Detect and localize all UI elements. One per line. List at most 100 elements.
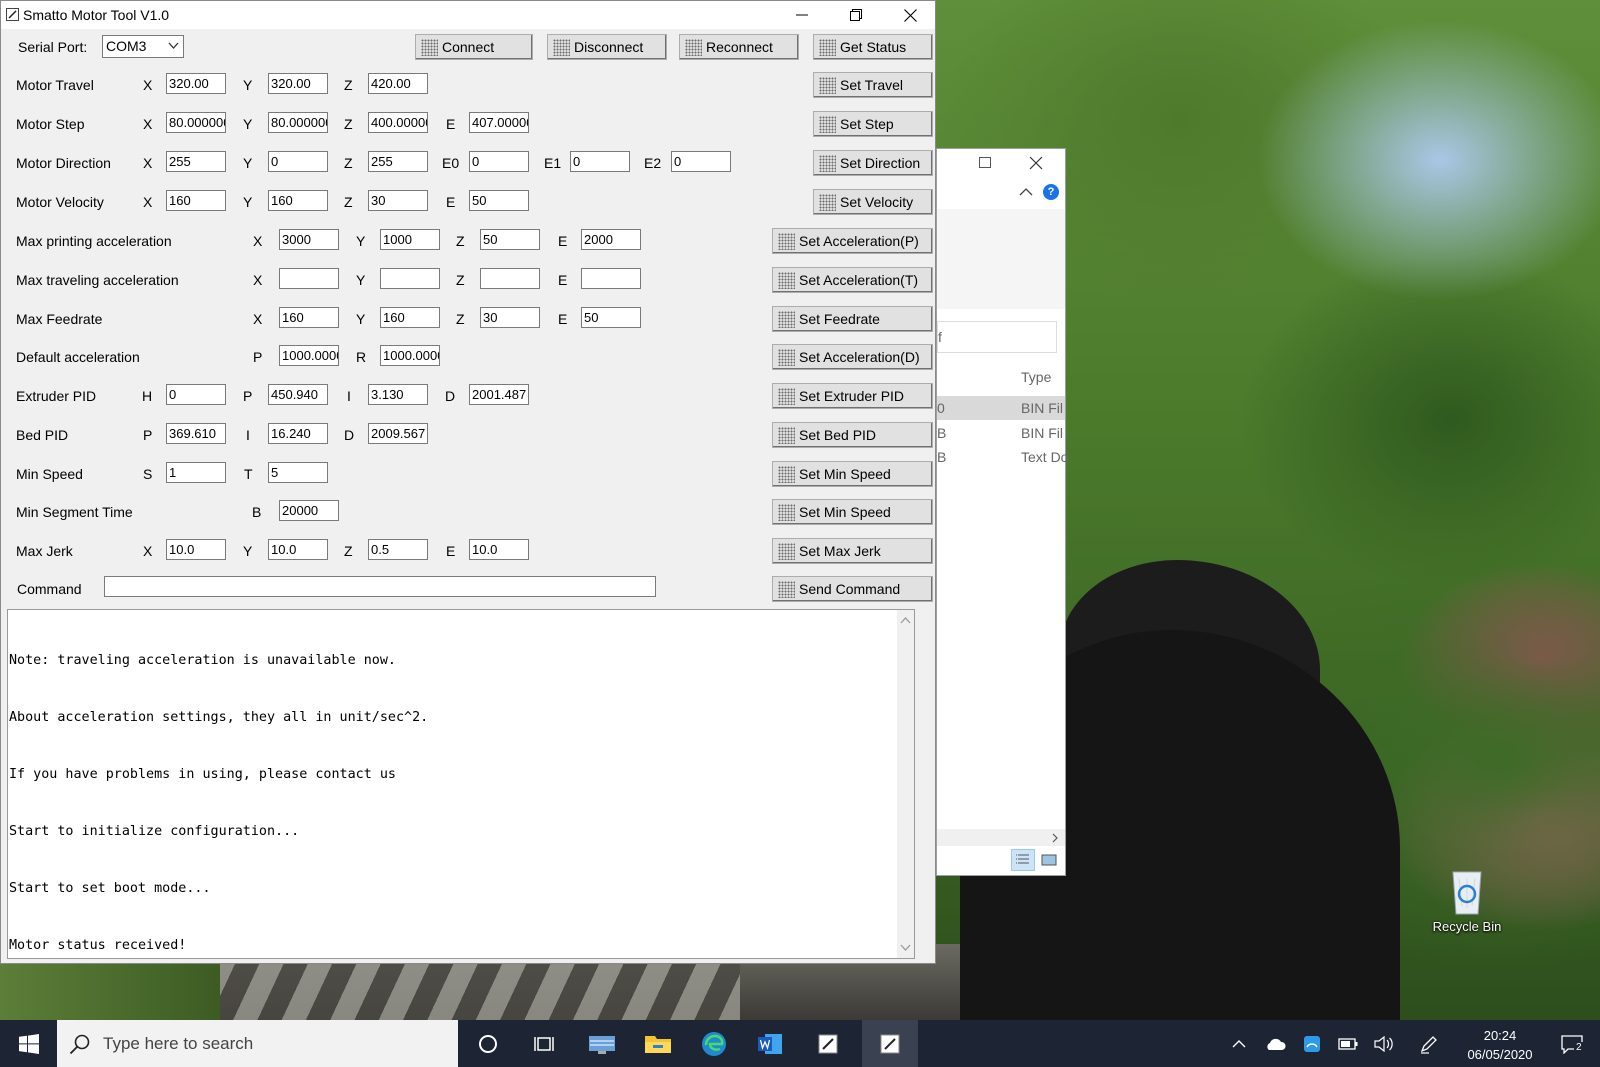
travel-accel-z-field[interactable]: [480, 268, 540, 289]
explorer-window-partial[interactable]: ? f Type 0 BIN Fil B BIN Fil B Text Do: [936, 148, 1068, 876]
velocity-e-field[interactable]: 50: [469, 190, 529, 211]
pen-workspace-tray[interactable]: [1413, 1020, 1445, 1067]
travel-accel-e-field[interactable]: [581, 268, 641, 289]
taskbar-app-edge[interactable]: [688, 1020, 740, 1067]
horizontal-scrollbar[interactable]: [937, 829, 1065, 846]
scroll-up-icon[interactable]: [900, 616, 911, 624]
cortana-button[interactable]: [463, 1020, 513, 1067]
battery-tray[interactable]: [1333, 1020, 1363, 1067]
reconnect-button[interactable]: Reconnect: [679, 34, 799, 60]
print-accel-e-field[interactable]: 2000: [581, 229, 641, 250]
set-travel-button[interactable]: Set Travel: [813, 72, 933, 98]
feedrate-e-field[interactable]: 50: [581, 307, 641, 328]
extruder-pid-d-field[interactable]: 2001.487: [469, 384, 529, 405]
set-step-button[interactable]: Set Step: [813, 111, 933, 137]
bed-pid-p-field[interactable]: 369.610: [166, 423, 226, 444]
direction-y-field[interactable]: 0: [268, 151, 328, 172]
set-min-speed-button[interactable]: Set Min Speed: [772, 461, 933, 487]
travel-z-field[interactable]: 420.00: [368, 73, 428, 94]
extruder-pid-i-field[interactable]: 3.130: [368, 384, 428, 405]
set-min-segment-button[interactable]: Set Min Speed: [772, 499, 933, 525]
extruder-pid-h-field[interactable]: 0: [166, 384, 226, 405]
show-hidden-icons-button[interactable]: [1224, 1020, 1254, 1067]
direction-x-field[interactable]: 255: [166, 151, 226, 172]
chevron-right-icon[interactable]: [1051, 833, 1059, 843]
search-box[interactable]: Type here to search: [57, 1020, 458, 1067]
velocity-z-field[interactable]: 30: [368, 190, 428, 211]
set-max-jerk-button[interactable]: Set Max Jerk: [772, 538, 933, 564]
maximize-icon[interactable]: [979, 157, 991, 168]
velocity-x-field[interactable]: 160: [166, 190, 226, 211]
set-extruder-pid-button[interactable]: Set Extruder PID: [772, 383, 933, 409]
jerk-e-field[interactable]: 10.0: [469, 539, 529, 560]
connect-button[interactable]: Connect: [415, 34, 533, 60]
step-z-field[interactable]: 400.00000: [368, 112, 428, 133]
default-accel-p-field[interactable]: 1000.0000: [279, 345, 339, 366]
send-command-button[interactable]: Send Command: [772, 576, 933, 602]
travel-accel-y-field[interactable]: [380, 268, 440, 289]
details-view-icon[interactable]: [1011, 849, 1035, 871]
set-acceleration-t-button[interactable]: Set Acceleration(T): [772, 267, 933, 293]
notification-center-button[interactable]: 2: [1552, 1020, 1592, 1067]
print-accel-z-field[interactable]: 50: [480, 229, 540, 250]
volume-tray[interactable]: [1369, 1020, 1399, 1067]
minimize-button[interactable]: [777, 1, 827, 29]
velocity-y-field[interactable]: 160: [268, 190, 328, 211]
travel-accel-x-field[interactable]: [279, 268, 339, 289]
list-row-selected[interactable]: 0 BIN Fil: [937, 396, 1065, 420]
taskbar-app-file-explorer[interactable]: [632, 1020, 684, 1067]
large-icons-view-icon[interactable]: [1038, 850, 1060, 870]
direction-e2-field[interactable]: 0: [671, 151, 731, 172]
taskbar-app-motor-tool[interactable]: [802, 1020, 854, 1067]
travel-y-field[interactable]: 320.00: [268, 73, 328, 94]
taskbar-app-word[interactable]: [744, 1020, 796, 1067]
disconnect-button[interactable]: Disconnect: [547, 34, 667, 60]
task-view-button[interactable]: [518, 1020, 570, 1067]
step-y-field[interactable]: 80.000000: [268, 112, 328, 133]
restore-button[interactable]: [831, 1, 881, 29]
scroll-down-icon[interactable]: [900, 944, 911, 952]
extruder-pid-p-field[interactable]: 450.940: [268, 384, 328, 405]
set-acceleration-p-button[interactable]: Set Acceleration(P): [772, 228, 933, 254]
set-feedrate-button[interactable]: Set Feedrate: [772, 306, 933, 332]
start-button[interactable]: [0, 1020, 57, 1067]
help-icon[interactable]: ?: [1043, 184, 1059, 200]
print-accel-y-field[interactable]: 1000: [380, 229, 440, 250]
close-icon[interactable]: [1029, 156, 1043, 170]
step-x-field[interactable]: 80.000000: [166, 112, 226, 133]
jerk-y-field[interactable]: 10.0: [268, 539, 328, 560]
feedrate-z-field[interactable]: 30: [480, 307, 540, 328]
taskbar-app-motor-tool-active[interactable]: [862, 1020, 918, 1067]
jerk-z-field[interactable]: 0.5: [368, 539, 428, 560]
min-speed-s-field[interactable]: 1: [166, 462, 226, 483]
bed-pid-d-field[interactable]: 2009.567: [368, 423, 428, 444]
min-segment-b-field[interactable]: 20000: [279, 500, 339, 521]
get-status-button[interactable]: Get Status: [813, 34, 933, 60]
bed-pid-i-field[interactable]: 16.240: [268, 423, 328, 444]
column-header-type[interactable]: Type: [1021, 369, 1051, 385]
set-acceleration-d-button[interactable]: Set Acceleration(D): [772, 344, 933, 370]
default-accel-r-field[interactable]: 1000.0000: [380, 345, 440, 366]
direction-e1-field[interactable]: 0: [570, 151, 630, 172]
travel-x-field[interactable]: 320.00: [166, 73, 226, 94]
clock[interactable]: 20:24 06/05/2020: [1452, 1026, 1548, 1064]
onedrive-tray[interactable]: [1260, 1020, 1290, 1067]
app-tray-icon[interactable]: [1297, 1020, 1327, 1067]
serial-port-select[interactable]: COM3: [102, 35, 184, 58]
direction-z-field[interactable]: 255: [368, 151, 428, 172]
direction-e0-field[interactable]: 0: [469, 151, 529, 172]
jerk-x-field[interactable]: 10.0: [166, 539, 226, 560]
feedrate-y-field[interactable]: 160: [380, 307, 440, 328]
step-e-field[interactable]: 407.00000: [469, 112, 529, 133]
set-direction-button[interactable]: Set Direction: [813, 150, 933, 176]
list-row[interactable]: B BIN Fil: [937, 421, 1065, 445]
min-speed-t-field[interactable]: 5: [268, 462, 328, 483]
taskbar-app-network[interactable]: [576, 1020, 628, 1067]
recycle-bin-shortcut[interactable]: Recycle Bin: [1422, 866, 1512, 934]
command-input[interactable]: [104, 576, 656, 597]
set-bed-pid-button[interactable]: Set Bed PID: [772, 422, 933, 448]
print-accel-x-field[interactable]: 3000: [279, 229, 339, 250]
set-velocity-button[interactable]: Set Velocity: [813, 189, 933, 215]
log-output[interactable]: Note: traveling acceleration is unavaila…: [7, 609, 915, 959]
chevron-up-icon[interactable]: [1019, 187, 1033, 197]
